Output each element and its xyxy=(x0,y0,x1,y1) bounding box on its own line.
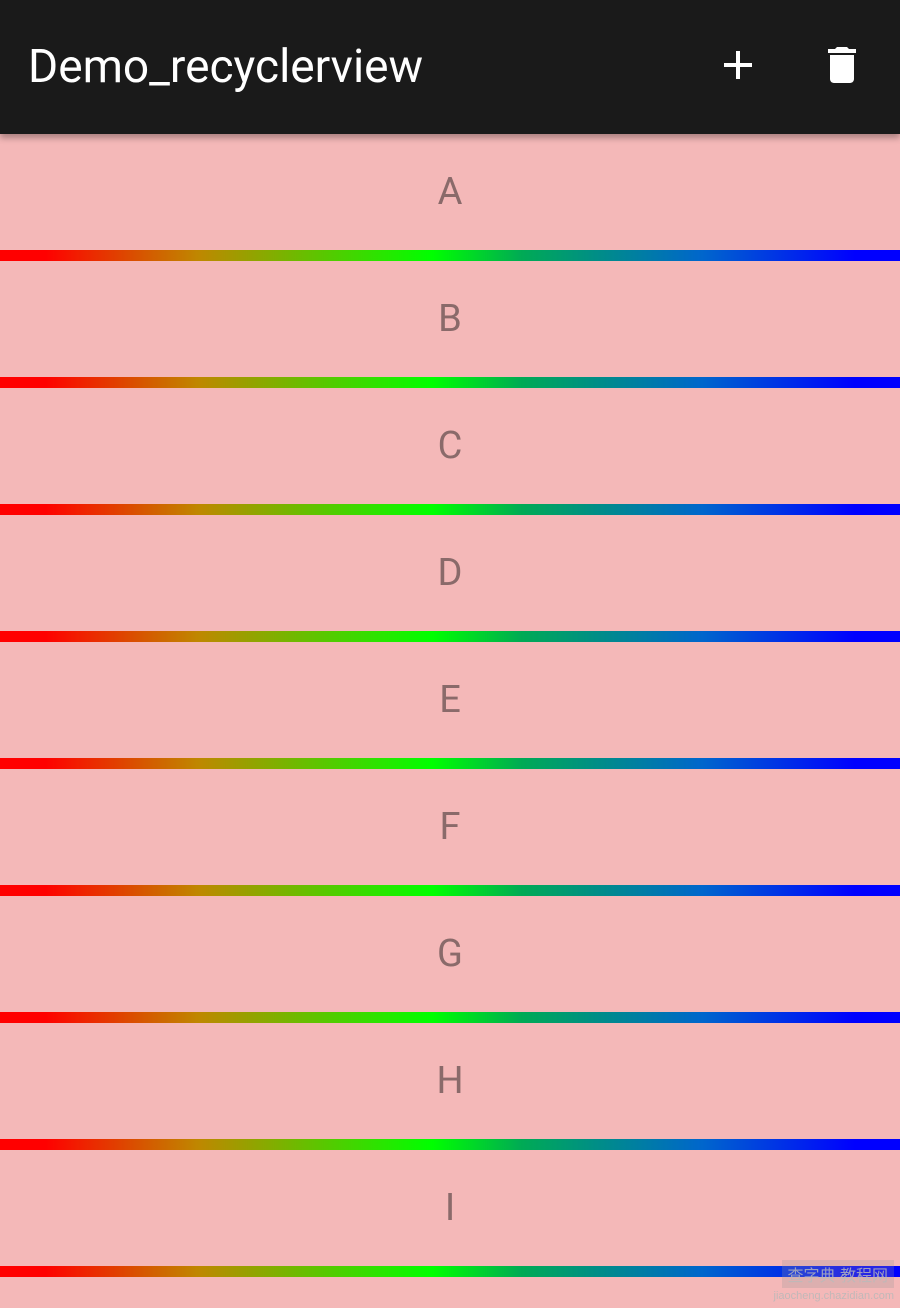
delete-button[interactable] xyxy=(812,37,872,97)
item-divider xyxy=(0,1012,900,1023)
trash-icon xyxy=(818,41,866,93)
list-item[interactable]: E xyxy=(0,642,900,758)
toolbar-actions xyxy=(708,37,872,97)
list-item-label: A xyxy=(438,170,463,214)
list-item[interactable]: F xyxy=(0,769,900,885)
list-item-label: B xyxy=(438,297,462,341)
list-item[interactable]: D xyxy=(0,515,900,631)
plus-icon xyxy=(714,41,762,93)
list-item[interactable]: B xyxy=(0,261,900,377)
item-divider xyxy=(0,377,900,388)
watermark-line1: 查字典 教程网 xyxy=(782,1260,894,1288)
item-divider xyxy=(0,758,900,769)
item-divider xyxy=(0,250,900,261)
list-item-label: I xyxy=(445,1186,455,1230)
list-item[interactable]: C xyxy=(0,388,900,504)
list-item-label: D xyxy=(438,551,463,595)
list-item-label: H xyxy=(436,1059,463,1103)
app-toolbar: Demo_recyclerview xyxy=(0,0,900,134)
item-divider xyxy=(0,1266,900,1277)
list-item[interactable]: I xyxy=(0,1150,900,1266)
recycler-view[interactable]: A B C D E F G H I xyxy=(0,134,900,1308)
list-item[interactable]: H xyxy=(0,1023,900,1139)
watermark-line2: jiaocheng.chazidian.com xyxy=(774,1290,894,1302)
list-item-label: E xyxy=(439,678,461,722)
item-divider xyxy=(0,885,900,896)
list-item-label: F xyxy=(439,805,460,849)
watermark: 查字典 教程网 jiaocheng.chazidian.com xyxy=(774,1260,894,1302)
app-title: Demo_recyclerview xyxy=(28,40,708,94)
list-item[interactable]: A xyxy=(0,134,900,250)
list-item-label: G xyxy=(437,932,463,976)
list-item-label: C xyxy=(438,424,463,468)
item-divider xyxy=(0,504,900,515)
list-item[interactable]: G xyxy=(0,896,900,1012)
item-divider xyxy=(0,1139,900,1150)
item-divider xyxy=(0,631,900,642)
add-button[interactable] xyxy=(708,37,768,97)
